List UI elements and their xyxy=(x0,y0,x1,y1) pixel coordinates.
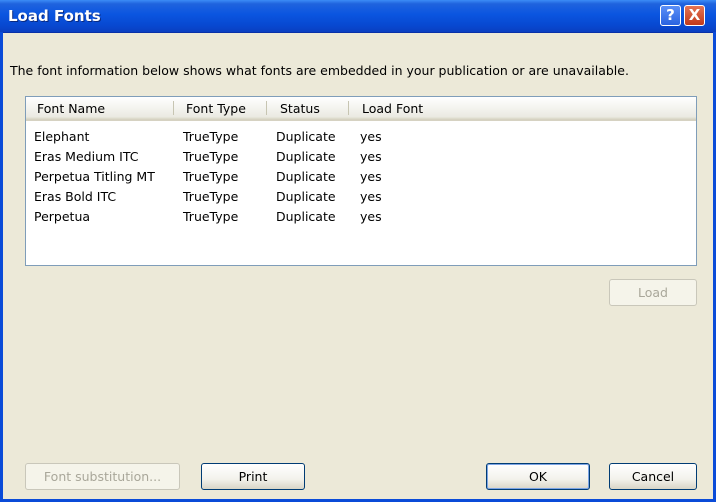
column-header-font-name[interactable]: Font Name xyxy=(37,101,105,116)
cell-font-type: TrueType xyxy=(183,149,239,164)
column-header-load-font[interactable]: Load Font xyxy=(362,101,423,116)
column-header-status[interactable]: Status xyxy=(280,101,320,116)
column-header-font-type[interactable]: Font Type xyxy=(186,101,246,116)
cell-font-type: TrueType xyxy=(183,169,239,184)
column-separator[interactable] xyxy=(348,101,349,115)
description-text: The font information below shows what fo… xyxy=(10,63,629,78)
cell-font-name: Perpetua xyxy=(34,209,91,224)
load-button[interactable]: Load xyxy=(609,279,697,306)
print-button[interactable]: Print xyxy=(201,463,305,490)
cell-status: Duplicate xyxy=(276,189,336,204)
cell-font-name: Eras Medium ITC xyxy=(34,149,139,164)
cell-load-font: yes xyxy=(360,189,382,204)
cell-font-type: TrueType xyxy=(183,189,239,204)
cell-font-name: Eras Bold ITC xyxy=(34,189,117,204)
ok-button[interactable]: OK xyxy=(486,463,590,490)
table-row[interactable]: Eras Medium ITC TrueType Duplicate yes xyxy=(26,149,696,166)
load-fonts-dialog: Load Fonts ? X The font information belo… xyxy=(0,0,716,502)
window-frame-left xyxy=(0,32,3,502)
cell-font-name: Elephant xyxy=(34,129,90,144)
cancel-button[interactable]: Cancel xyxy=(609,463,697,490)
cell-font-name: Perpetua Titling MT xyxy=(34,169,155,184)
cell-status: Duplicate xyxy=(276,149,336,164)
dialog-title: Load Fonts xyxy=(8,7,101,25)
table-row[interactable]: Elephant TrueType Duplicate yes xyxy=(26,129,696,146)
column-separator[interactable] xyxy=(266,101,267,115)
font-list[interactable]: Font Name Font Type Status Load Font Ele… xyxy=(25,96,697,266)
title-bar[interactable]: Load Fonts ? X xyxy=(0,0,716,33)
cell-load-font: yes xyxy=(360,149,382,164)
cell-load-font: yes xyxy=(360,169,382,184)
cell-load-font: yes xyxy=(360,129,382,144)
column-separator[interactable] xyxy=(173,101,174,115)
cell-load-font: yes xyxy=(360,209,382,224)
cell-font-type: TrueType xyxy=(183,209,239,224)
table-row[interactable]: Eras Bold ITC TrueType Duplicate yes xyxy=(26,189,696,206)
help-icon[interactable]: ? xyxy=(660,5,681,26)
font-substitution-button[interactable]: Font substitution... xyxy=(25,463,180,490)
cell-font-type: TrueType xyxy=(183,129,239,144)
cell-status: Duplicate xyxy=(276,169,336,184)
cell-status: Duplicate xyxy=(276,129,336,144)
table-row[interactable]: Perpetua TrueType Duplicate yes xyxy=(26,209,696,226)
font-list-header: Font Name Font Type Status Load Font xyxy=(26,97,696,121)
table-row[interactable]: Perpetua Titling MT TrueType Duplicate y… xyxy=(26,169,696,186)
close-icon[interactable]: X xyxy=(684,5,705,26)
cell-status: Duplicate xyxy=(276,209,336,224)
